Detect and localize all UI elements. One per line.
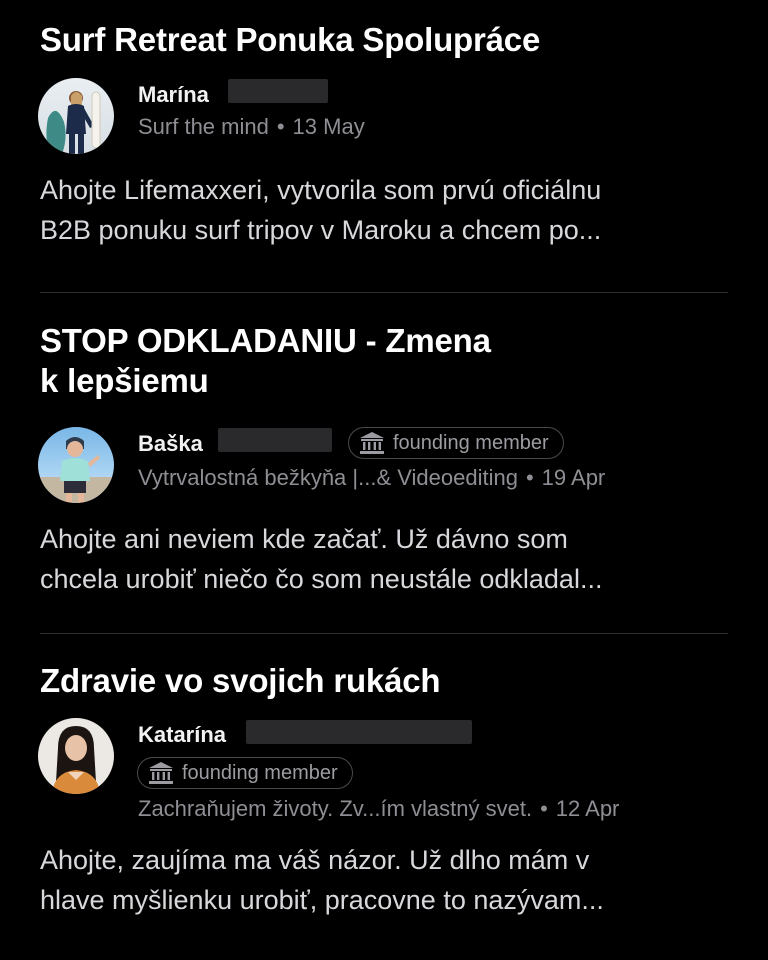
post-card[interactable]: Zdravie vo svojich rukách Katarína found… bbox=[0, 634, 768, 960]
excerpt-line: Ahojte, zaujíma ma váš názor. Už dlho má… bbox=[40, 845, 590, 875]
badge-label: founding member bbox=[393, 432, 549, 454]
excerpt-line: Ahojte Lifemaxxeri, vytvorila som prvú o… bbox=[40, 175, 602, 205]
post-date: 19 Apr bbox=[541, 465, 606, 490]
author-subtitle: Surf the mind bbox=[138, 114, 269, 139]
post-date: 13 May bbox=[292, 114, 365, 139]
avatar-photo-runner bbox=[38, 427, 114, 503]
meta-separator: • bbox=[276, 114, 285, 139]
excerpt-line: Ahojte ani neviem kde začať. Už dávno so… bbox=[40, 524, 568, 554]
meta-separator: • bbox=[525, 465, 534, 490]
post-title[interactable]: Surf Retreat Ponuka Spolupráce bbox=[40, 20, 540, 60]
post-title[interactable]: Zdravie vo svojich rukách bbox=[40, 661, 441, 701]
avatar[interactable] bbox=[38, 718, 114, 794]
post-excerpt[interactable]: Ahojte, zaujíma ma váš názor. Už dlho má… bbox=[40, 840, 730, 920]
post-title[interactable]: STOP ODKLADANIU - Zmena k lepšiemu bbox=[40, 321, 491, 401]
post-card[interactable]: STOP ODKLADANIU - Zmena k lepšiemu Baška… bbox=[0, 293, 768, 633]
excerpt-line: B2B ponuku surf tripov v Maroku a chcem … bbox=[40, 215, 602, 245]
author-subtitle: Zachraňujem životy. Zv...ím vlastný svet… bbox=[138, 796, 533, 821]
founding-member-badge: founding member bbox=[137, 757, 353, 789]
columns-building-icon bbox=[149, 762, 173, 784]
post-title-line: STOP ODKLADANIU - Zmena bbox=[40, 322, 491, 359]
badge-label: founding member bbox=[182, 762, 338, 784]
author-name[interactable]: Katarína bbox=[138, 722, 226, 748]
avatar-photo-surfer bbox=[38, 78, 114, 154]
author-meta: Zachraňujem životy. Zv...ím vlastný svet… bbox=[138, 796, 619, 822]
author-name[interactable]: Baška bbox=[138, 431, 203, 457]
meta-separator: • bbox=[540, 796, 548, 821]
post-title-line: k lepšiemu bbox=[40, 362, 209, 399]
excerpt-line: chcela urobiť niečo čo som neustále odkl… bbox=[40, 564, 603, 594]
redacted-surname bbox=[218, 428, 332, 452]
redacted-surname bbox=[228, 79, 328, 103]
founding-member-badge: founding member bbox=[348, 427, 564, 459]
redacted-surname bbox=[246, 720, 472, 744]
post-feed: Surf Retreat Ponuka Spolupráce Marína Su… bbox=[0, 0, 768, 960]
author-subtitle: Vytrvalostná bežkyňa |...& Videoediting bbox=[138, 465, 518, 490]
avatar[interactable] bbox=[38, 78, 114, 154]
author-meta: Vytrvalostná bežkyňa |...& Videoediting •… bbox=[138, 465, 605, 491]
post-excerpt[interactable]: Ahojte ani neviem kde začať. Už dávno so… bbox=[40, 519, 730, 599]
avatar[interactable] bbox=[38, 427, 114, 503]
excerpt-line: hlave myšlienku urobiť, pracovne to nazý… bbox=[40, 885, 604, 915]
columns-building-icon bbox=[360, 432, 384, 454]
avatar-photo-woman bbox=[38, 718, 114, 794]
post-card[interactable]: Surf Retreat Ponuka Spolupráce Marína Su… bbox=[0, 0, 768, 292]
author-meta: Surf the mind • 13 May bbox=[138, 114, 365, 140]
author-name[interactable]: Marína bbox=[138, 82, 209, 108]
post-excerpt[interactable]: Ahojte Lifemaxxeri, vytvorila som prvú o… bbox=[40, 170, 730, 250]
post-date: 12 Apr bbox=[555, 796, 620, 821]
